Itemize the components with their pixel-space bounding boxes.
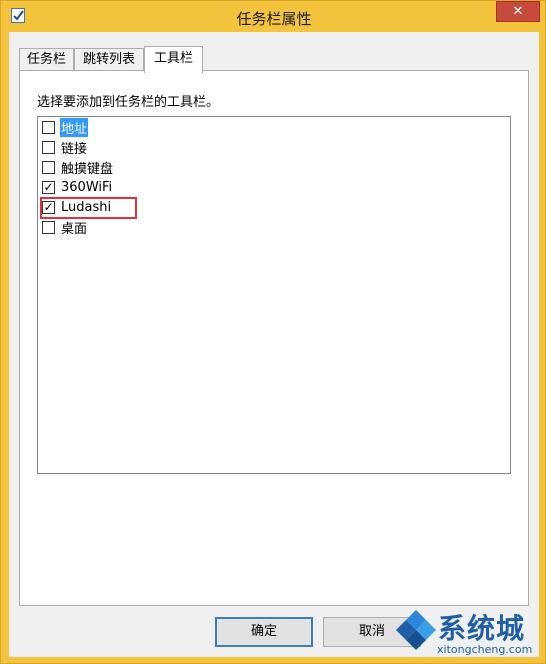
- checkmark-icon: ✓: [43, 180, 54, 194]
- annotation-highlight-box: [40, 197, 137, 219]
- list-item-label: 桌面: [61, 222, 88, 237]
- toolbars-list[interactable]: 地址 链接 触摸键盘 ✓ 360WiFi ✓ Ludashi 桌面: [37, 116, 511, 474]
- watermark-url: xitongcheng.com: [437, 643, 533, 656]
- checkbox-links[interactable]: [42, 141, 55, 154]
- watermark-logo-icon: [396, 610, 436, 650]
- tab-jump-lists[interactable]: 跳转列表: [74, 48, 144, 71]
- dialog-body: 任务栏 跳转列表 工具栏 选择要添加到任务栏的工具栏。 地址 链接 触摸键盘 ✓…: [9, 32, 539, 657]
- list-item-address[interactable]: 地址: [42, 118, 89, 137]
- watermark: 系统城 xitongcheng.com: [391, 607, 546, 664]
- toolbars-panel: 选择要添加到任务栏的工具栏。 地址 链接 触摸键盘 ✓ 360WiFi ✓ Lu…: [19, 70, 529, 606]
- ok-button[interactable]: 确定: [215, 617, 313, 647]
- title-bar[interactable]: 任务栏属性 ✕: [1, 1, 546, 33]
- watermark-brand: 系统城: [438, 612, 526, 645]
- instruction-text: 选择要添加到任务栏的工具栏。: [37, 95, 220, 110]
- list-item-360wifi[interactable]: ✓ 360WiFi: [42, 178, 113, 197]
- checkbox-desktop[interactable]: [42, 221, 55, 234]
- tab-toolbars[interactable]: 工具栏: [144, 46, 203, 73]
- list-item-label: 链接: [61, 142, 88, 157]
- list-item-label: 地址: [60, 118, 89, 137]
- list-item-links[interactable]: 链接: [42, 138, 88, 157]
- close-icon: ✕: [512, 4, 524, 19]
- window-title: 任务栏属性: [236, 10, 312, 28]
- checkbox-touch-keyboard[interactable]: [42, 161, 55, 174]
- tab-taskbar[interactable]: 任务栏: [19, 48, 74, 71]
- taskbar-properties-window: 任务栏属性 ✕ 任务栏 跳转列表 工具栏 选择要添加到任务栏的工具栏。 地址 链…: [0, 0, 546, 664]
- close-button[interactable]: ✕: [496, 1, 540, 22]
- list-item-touch-keyboard[interactable]: 触摸键盘: [42, 158, 114, 177]
- checkbox-address[interactable]: [42, 121, 55, 134]
- list-item-desktop[interactable]: 桌面: [42, 218, 88, 237]
- checkbox-360wifi[interactable]: ✓: [42, 180, 55, 194]
- list-item-label: 360WiFi: [61, 180, 113, 195]
- list-item-label: 触摸键盘: [61, 162, 114, 177]
